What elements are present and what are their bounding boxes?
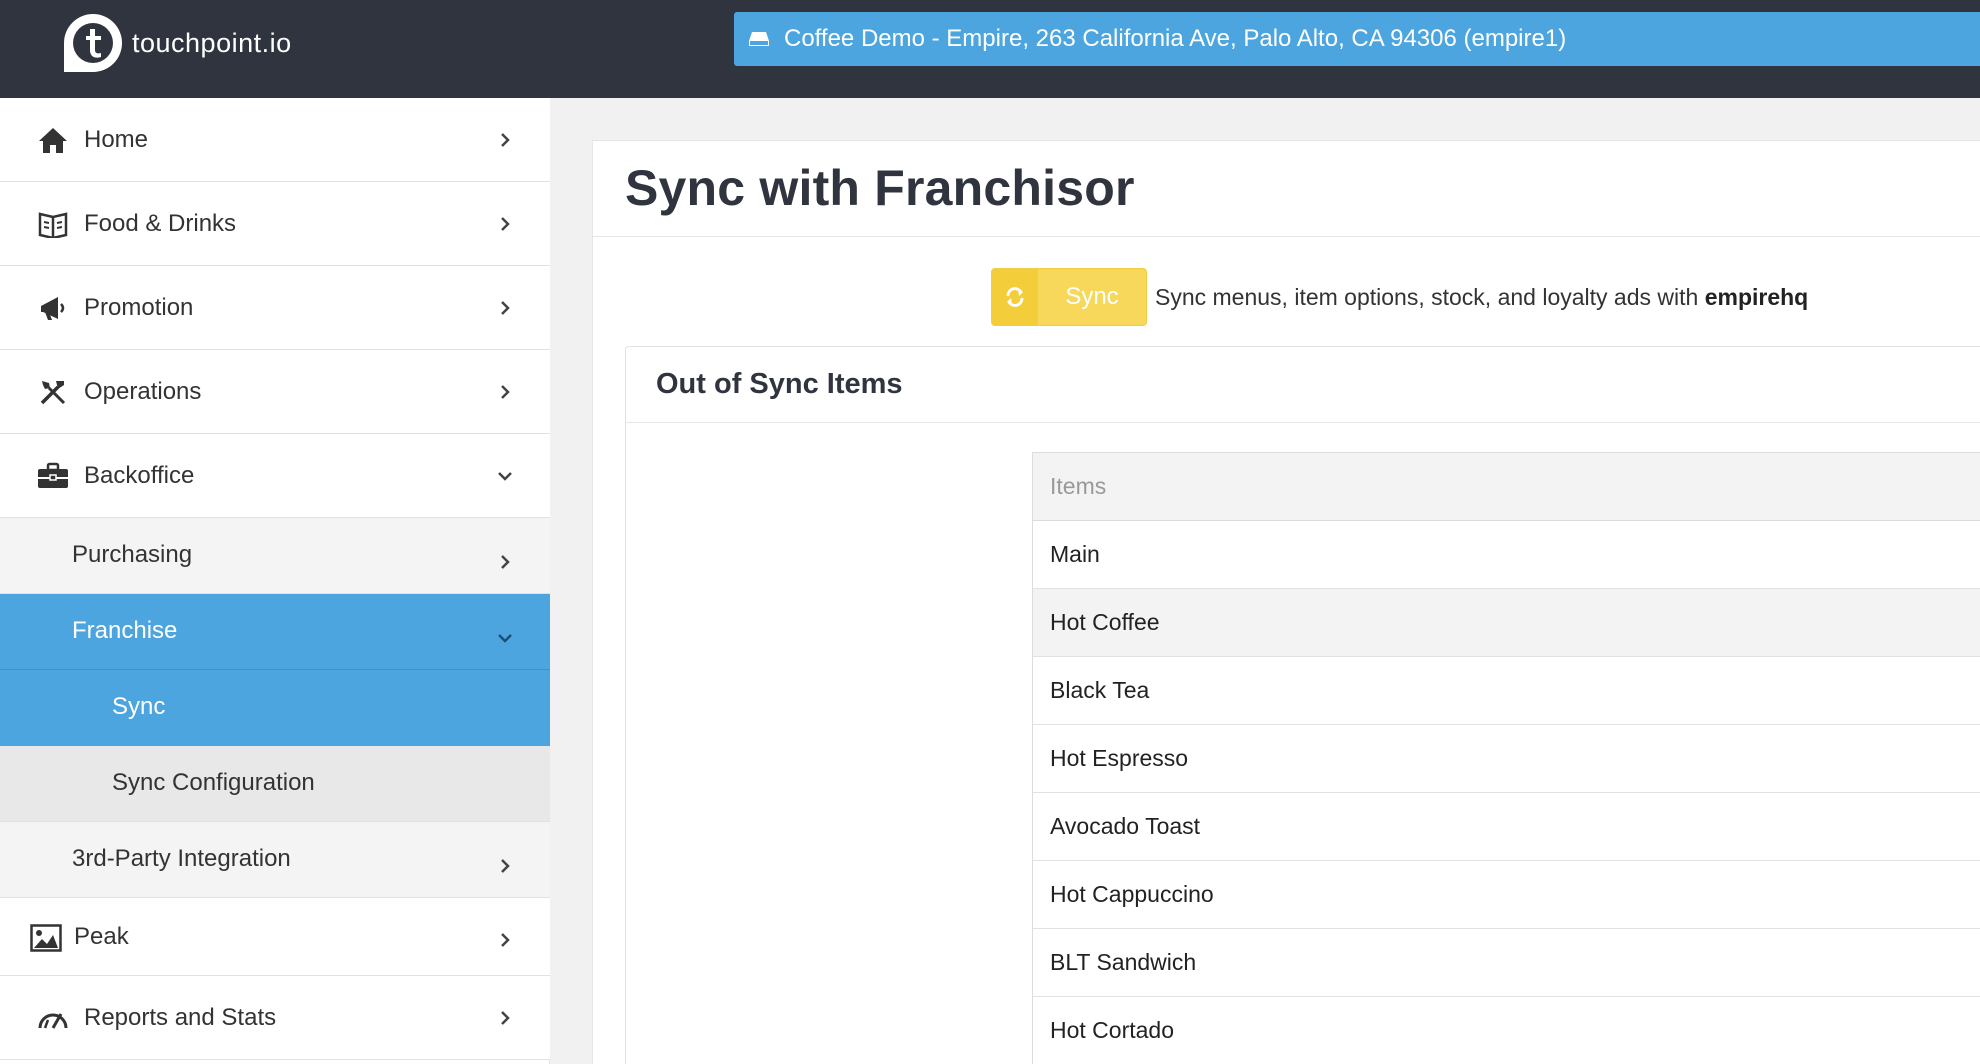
sidebar-item-franchise[interactable]: Franchise <box>0 594 550 670</box>
table-row[interactable]: Avocado Toast <box>1033 793 1980 861</box>
chevron-right-icon <box>496 299 514 317</box>
sidebar-item-promotion[interactable]: Promotion <box>0 266 550 350</box>
chevron-right-icon <box>496 383 514 401</box>
table-row[interactable]: Hot Espresso <box>1033 725 1980 793</box>
sidebar-item-label: Operations <box>84 378 202 405</box>
chevron-down-icon <box>496 629 514 647</box>
sidebar-item-label: Peak <box>74 923 129 950</box>
table-row[interactable]: Black Tea <box>1033 657 1980 725</box>
sidebar-item-label: Food & Drinks <box>84 210 237 237</box>
store-label: Coffee Demo - Empire, 263 California Ave… <box>784 25 1567 52</box>
sidebar-item-3rd-party-integration[interactable]: 3rd-Party Integration <box>0 822 550 898</box>
table-row[interactable]: Hot Cappuccino <box>1033 861 1980 929</box>
sidebar-item-label: Promotion <box>84 294 194 321</box>
table-row[interactable]: BLT Sandwich <box>1033 929 1980 997</box>
sync-row: Sync Sync menus, item options, stock, an… <box>991 268 1808 326</box>
touchpoint-logo-icon <box>62 12 124 74</box>
sidebar: Home Food & Drinks Promotion Operations <box>0 98 550 1064</box>
logo-text: touchpoint.io <box>132 27 292 58</box>
sync-description: Sync menus, item options, stock, and loy… <box>1155 284 1808 311</box>
sync-description-text: Sync menus, item options, stock, and loy… <box>1155 283 1705 310</box>
sidebar-item-operations[interactable]: Operations <box>0 350 550 434</box>
sync-button-label: Sync <box>1065 283 1119 310</box>
out-of-sync-header: Out of Sync Items <box>626 347 1980 423</box>
chevron-right-icon <box>496 1009 514 1027</box>
chevron-right-icon <box>496 131 514 149</box>
main-panel: Sync with Franchisor Sync Sync menus, it… <box>592 140 1980 1064</box>
drive-icon <box>748 28 770 50</box>
briefcase-icon <box>37 460 69 492</box>
sync-button[interactable]: Sync <box>991 268 1147 326</box>
chevron-right-icon <box>496 215 514 233</box>
sidebar-item-backoffice[interactable]: Backoffice <box>0 434 550 518</box>
sidebar-item-label: Reports and Stats <box>84 1004 277 1031</box>
sidebar-item-reports-and-stats[interactable]: Reports and Stats <box>0 976 550 1060</box>
table-row[interactable]: Hot Cortado <box>1033 997 1980 1064</box>
tools-icon <box>37 376 69 408</box>
image-icon <box>30 922 62 954</box>
table-row[interactable]: Main <box>1033 521 1980 589</box>
gauge-icon <box>37 1002 69 1034</box>
sidebar-item-label: Sync Configuration <box>112 769 315 796</box>
chevron-right-icon <box>496 931 514 949</box>
sidebar-item-label: Purchasing <box>72 541 193 568</box>
table-row[interactable]: Hot Coffee <box>1033 589 1980 657</box>
sync-target: empirehq <box>1704 283 1809 310</box>
refresh-icon <box>992 269 1038 325</box>
app-logo[interactable]: touchpoint.io <box>62 12 292 74</box>
sidebar-item-label: Home <box>84 126 149 153</box>
chevron-down-icon <box>496 467 514 485</box>
table-header: Items <box>1033 453 1980 521</box>
sidebar-item-label: Franchise <box>72 617 178 644</box>
home-icon <box>37 124 69 156</box>
sidebar-item-sync-configuration[interactable]: Sync Configuration <box>0 746 550 822</box>
sidebar-item-food-drinks[interactable]: Food & Drinks <box>0 182 550 266</box>
sidebar-item-peak[interactable]: Peak <box>0 898 550 976</box>
sidebar-item-label: Backoffice <box>84 462 195 489</box>
out-of-sync-box: Out of Sync Items Items Main Hot Coffee … <box>625 346 1980 1064</box>
sidebar-item-label: Sync <box>112 693 166 720</box>
out-of-sync-title: Out of Sync Items <box>656 368 903 400</box>
page-title: Sync with Franchisor <box>625 160 1135 216</box>
book-icon <box>37 208 69 240</box>
sidebar-item-purchasing[interactable]: Purchasing <box>0 518 550 594</box>
sidebar-item-sync[interactable]: Sync <box>0 670 550 746</box>
megaphone-icon <box>37 292 69 324</box>
top-bar: touchpoint.io Coffee Demo - Empire, 263 … <box>0 0 1980 98</box>
chevron-right-icon <box>496 857 514 875</box>
store-selector[interactable]: Coffee Demo - Empire, 263 California Ave… <box>734 12 1980 66</box>
chevron-right-icon <box>496 553 514 571</box>
panel-header: Sync with Franchisor <box>593 141 1980 237</box>
sidebar-item-home[interactable]: Home <box>0 98 550 182</box>
items-table: Items Main Hot Coffee Black Tea Hot Espr… <box>1032 452 1980 1064</box>
sidebar-item-label: 3rd-Party Integration <box>72 845 291 872</box>
